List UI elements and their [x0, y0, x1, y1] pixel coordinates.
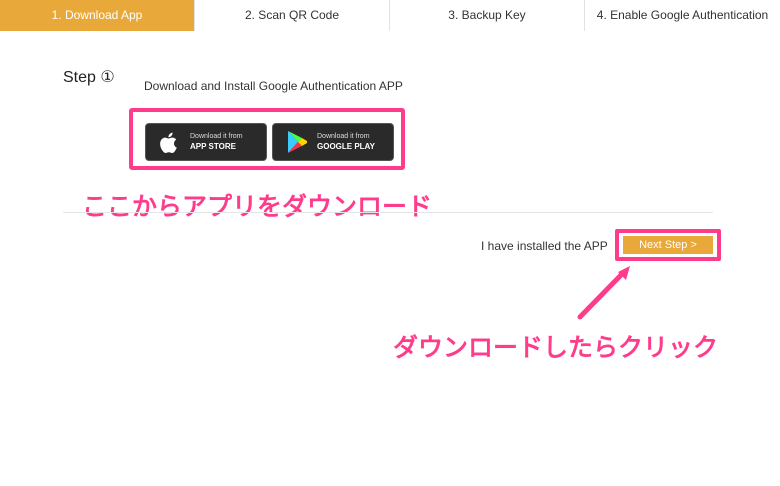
- annotation-download-here: ここからアプリをダウンロード: [82, 192, 433, 221]
- app-store-button[interactable]: Download it from APP STORE: [145, 123, 267, 161]
- app-store-label: APP STORE: [190, 142, 236, 151]
- google-play-icon: [288, 131, 307, 153]
- google-play-button[interactable]: Download it from GOOGLE PLAY: [272, 123, 394, 161]
- divider: [63, 212, 713, 213]
- step-tabs: 1. Download App 2. Scan QR Code 3. Backu…: [0, 0, 780, 31]
- tab-download-app[interactable]: 1. Download App: [0, 0, 195, 31]
- arrow-icon: [577, 266, 630, 320]
- annotation-click-after: ダウンロードしたらクリック: [393, 333, 719, 362]
- installed-label: I have installed the APP: [481, 239, 608, 253]
- tab-scan-qr-code[interactable]: 2. Scan QR Code: [195, 0, 390, 31]
- google-play-small-text: Download it from: [317, 133, 370, 140]
- step-title: Step ①: [63, 69, 115, 86]
- next-step-highlight: Next Step >: [615, 229, 721, 261]
- tab-backup-key[interactable]: 3. Backup Key: [390, 0, 585, 31]
- next-step-button[interactable]: Next Step >: [623, 236, 713, 254]
- store-buttons-highlight: Download it from APP STORE Download it f…: [129, 108, 405, 170]
- google-play-label: GOOGLE PLAY: [317, 142, 375, 151]
- apple-icon: [160, 132, 177, 153]
- tab-enable-google-authentication[interactable]: 4. Enable Google Authentication: [585, 0, 780, 31]
- app-store-small-text: Download it from: [190, 133, 243, 140]
- step-description: Download and Install Google Authenticati…: [144, 79, 403, 93]
